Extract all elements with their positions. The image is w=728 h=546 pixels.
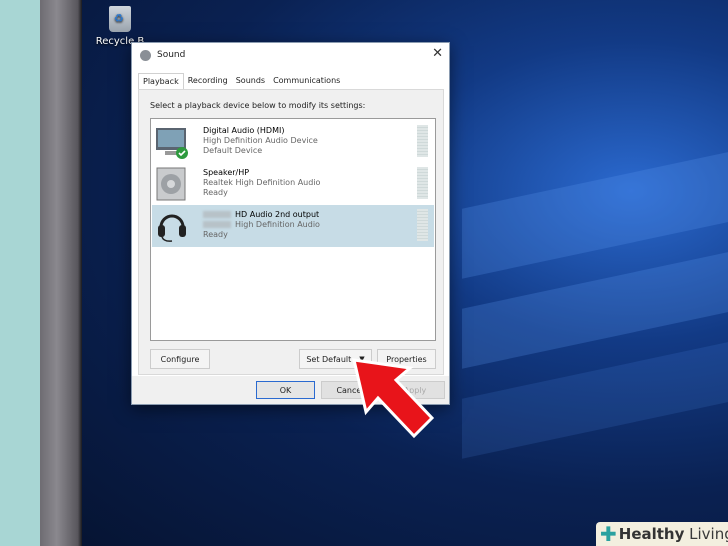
healthy-living-watermark: ✚ Healthy Living: [596, 522, 728, 546]
playback-panel: Select a playback device below to modify…: [138, 89, 444, 375]
watermark-brand-rest: Living: [689, 525, 728, 543]
recycle-bin-icon: [109, 6, 131, 32]
speaker-icon: [156, 167, 186, 201]
device-driver: High Definition Audio Device: [203, 136, 318, 145]
monitor-icon: [156, 128, 188, 159]
close-icon[interactable]: ✕: [432, 46, 443, 61]
volume-meter: [417, 209, 428, 241]
device-name: HD Audio 2nd output: [235, 210, 320, 219]
wall-background: [0, 0, 40, 546]
tab-recording[interactable]: Recording: [184, 73, 232, 89]
tab-bar: Playback Recording Sounds Communications: [138, 73, 344, 89]
instruction-text: Select a playback device below to modify…: [150, 101, 366, 110]
recycle-bin[interactable]: Recycle B: [90, 6, 150, 47]
device-list: Digital Audio (HDMI) High Definition Audi…: [150, 118, 436, 341]
title-bar: Sound: [132, 43, 449, 67]
watermark-brand-bold: Healthy: [618, 525, 685, 543]
monitor-bezel: [40, 0, 82, 546]
device-item[interactable]: Speaker/HP Realtek High Definition Audio R…: [152, 163, 434, 205]
device-status: Ready: [203, 188, 228, 197]
plus-leaf-logo-icon: ✚: [600, 522, 617, 546]
device-name: Digital Audio (HDMI): [203, 126, 285, 135]
configure-button[interactable]: Configure: [150, 349, 210, 369]
device-item[interactable]: Digital Audio (HDMI) High Definition Audi…: [152, 121, 434, 163]
dialog-title: Sound: [157, 50, 186, 60]
headset-icon: [158, 214, 186, 242]
tab-playback[interactable]: Playback: [138, 73, 184, 89]
volume-meter: [417, 125, 428, 157]
tab-sounds[interactable]: Sounds: [232, 73, 269, 89]
speaker-app-icon: [140, 49, 151, 61]
device-item-selected[interactable]: HD Audio 2nd output High Definition Audio…: [152, 205, 434, 247]
device-driver: High Definition Audio: [235, 220, 320, 229]
device-driver: Realtek High Definition Audio: [203, 178, 321, 187]
device-name: Speaker/HP: [203, 168, 250, 177]
tab-communications[interactable]: Communications: [269, 73, 344, 89]
ok-button[interactable]: OK: [256, 381, 315, 399]
device-status: Ready: [203, 230, 228, 239]
red-arrow-pointer: [352, 358, 435, 439]
device-status: Default Device: [203, 146, 263, 155]
volume-meter: [417, 167, 428, 199]
redacted-text: [203, 211, 231, 218]
